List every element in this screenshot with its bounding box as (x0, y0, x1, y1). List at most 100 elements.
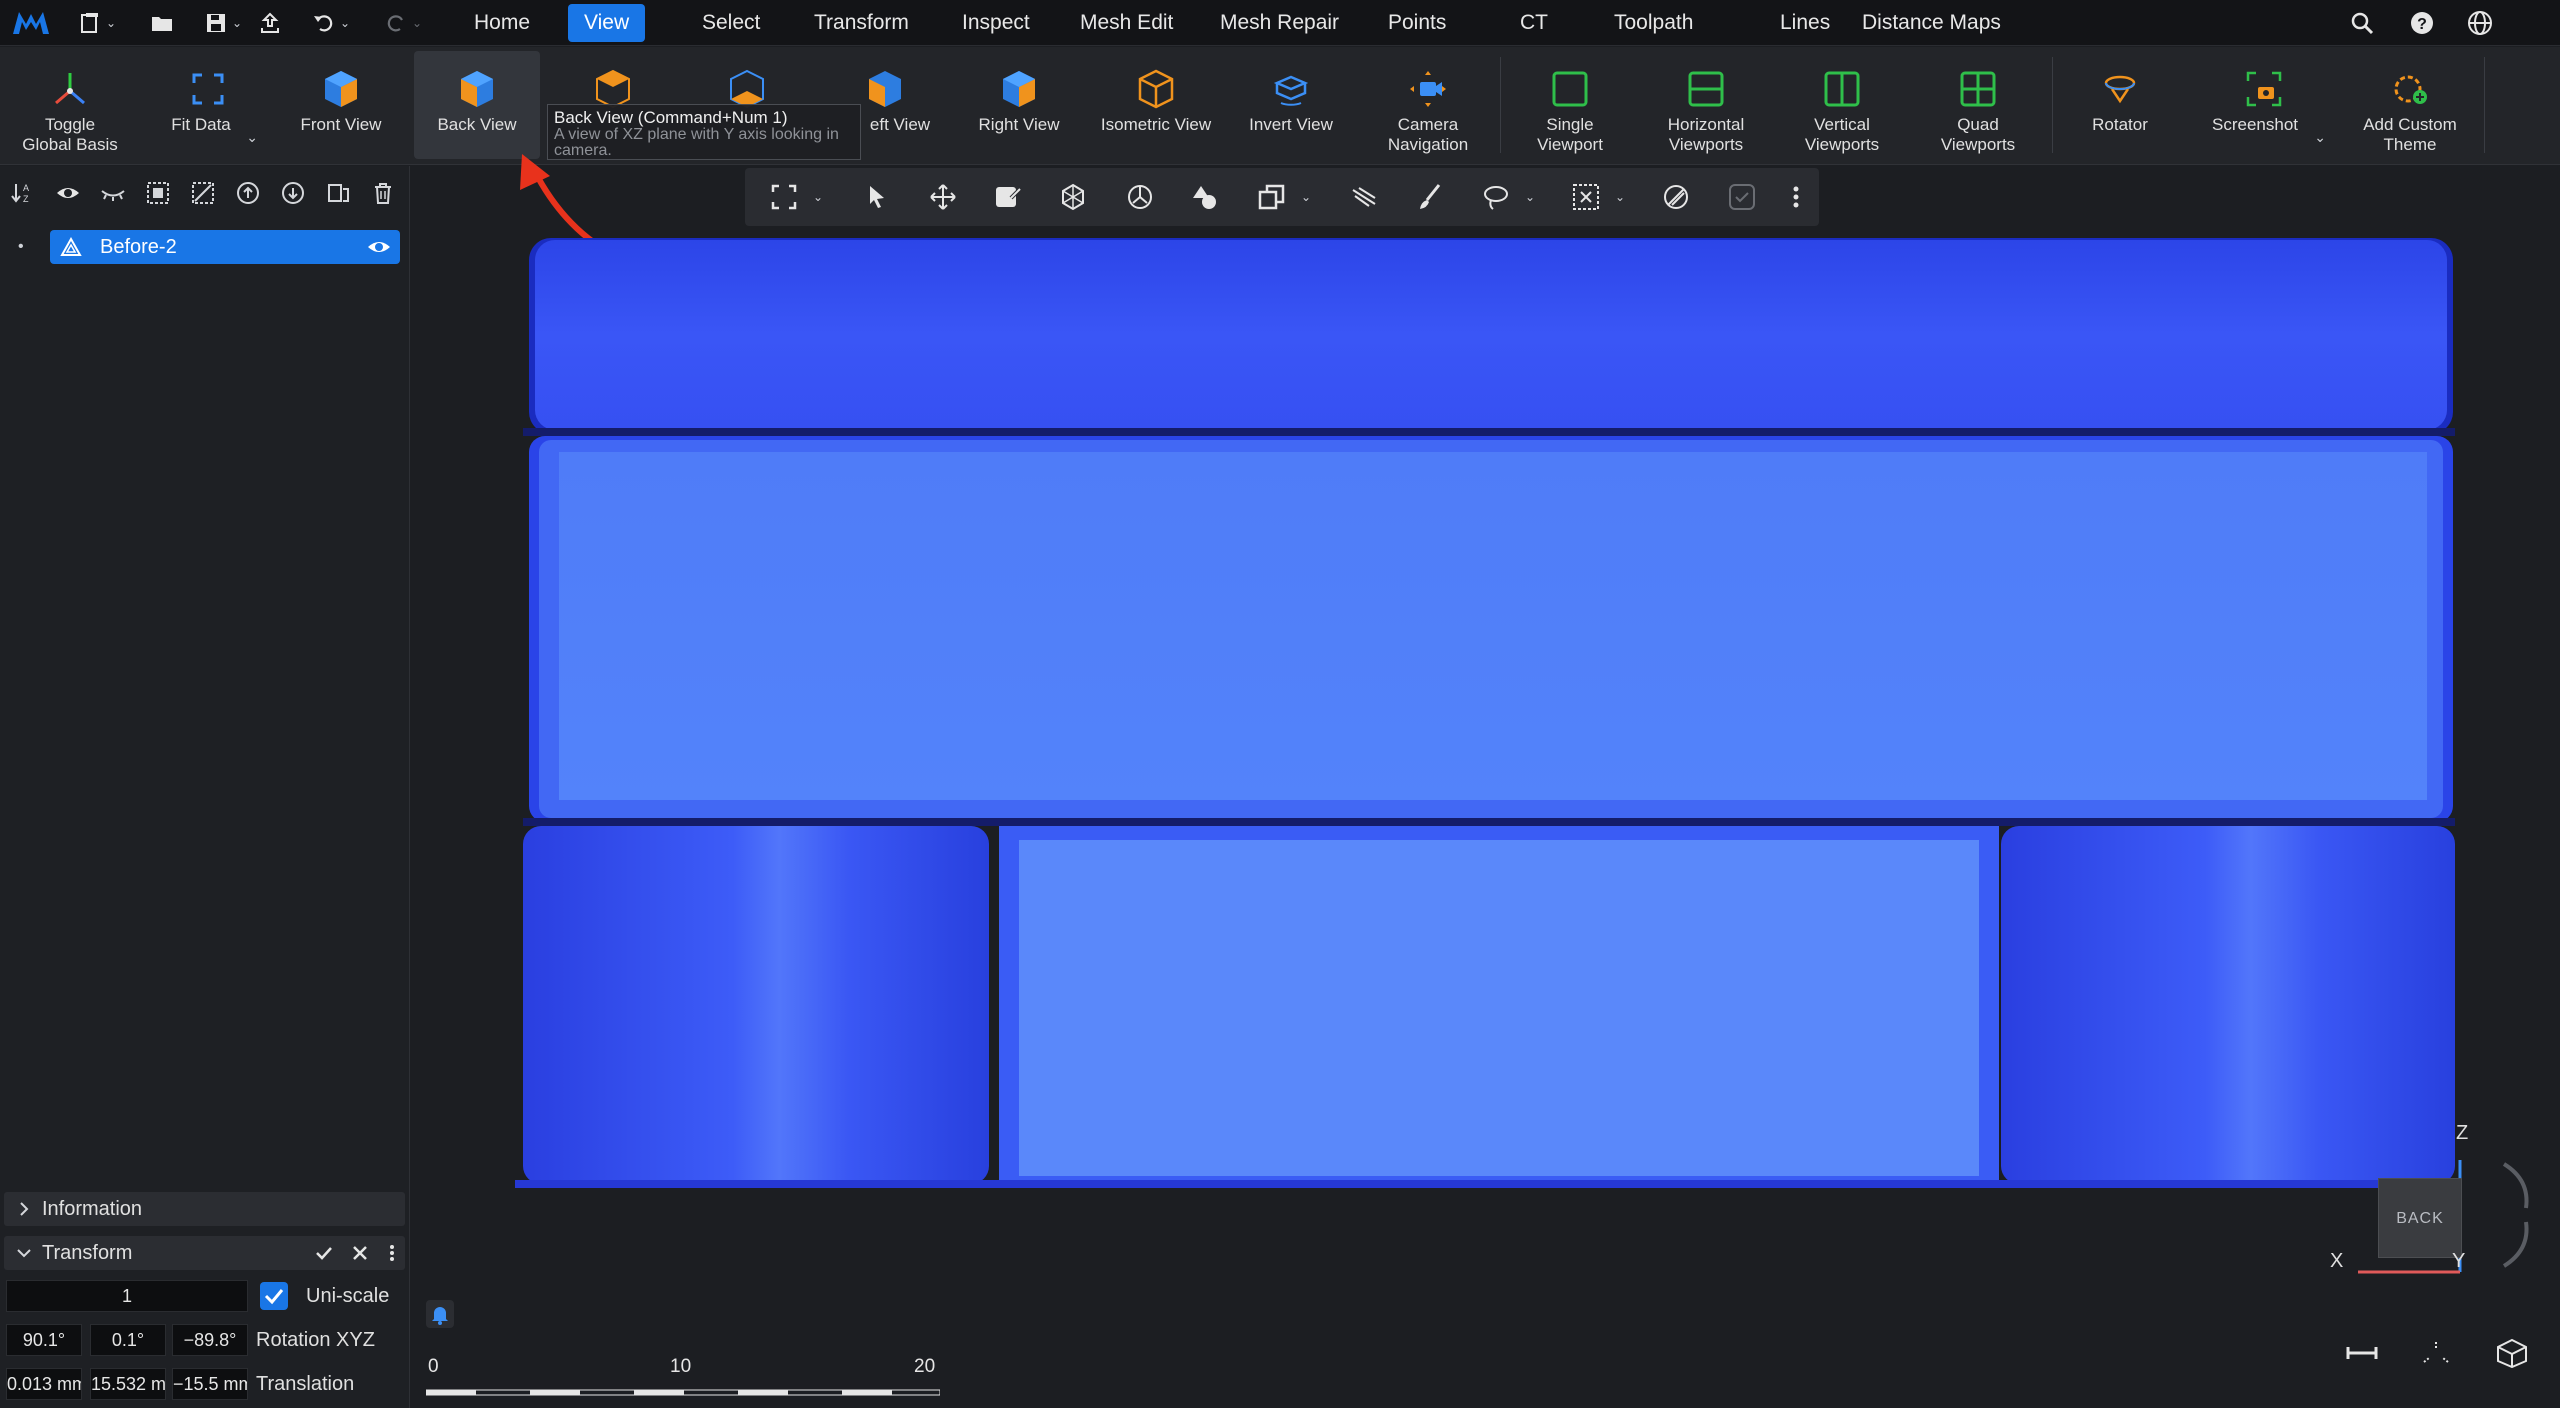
measure-ruler-icon[interactable] (2344, 1338, 2380, 1368)
confirm-check-icon[interactable] (1727, 182, 1757, 212)
lasso-icon[interactable] (1481, 182, 1511, 212)
rotation-x-input[interactable]: 90.1° (6, 1324, 82, 1356)
box-select-icon[interactable] (1571, 182, 1601, 212)
tab-lines[interactable]: Lines (1764, 4, 1846, 42)
save-button[interactable]: ⌄ (204, 8, 242, 38)
tab-inspect[interactable]: Inspect (946, 4, 1046, 42)
camera-navigation-label: Camera Navigation (1387, 115, 1469, 154)
focus-point-icon[interactable] (2418, 1338, 2454, 1368)
rotation-y-input[interactable]: 0.1° (90, 1324, 166, 1356)
duplicate-icon[interactable] (1257, 182, 1287, 212)
chevron-down-icon[interactable]: ⌄ (1301, 190, 1311, 204)
right-view-button[interactable]: Right View (958, 51, 1080, 159)
globe-icon[interactable] (2466, 9, 2494, 37)
transform-section-header[interactable]: Transform (4, 1236, 405, 1270)
isometric-view-button[interactable]: Isometric View (1090, 51, 1222, 159)
chevron-down-icon[interactable]: ⌄ (246, 129, 258, 146)
tab-view[interactable]: View (568, 4, 646, 42)
tab-home[interactable]: Home (458, 4, 546, 42)
svg-text:Z: Z (23, 194, 29, 204)
open-button[interactable] (150, 8, 174, 38)
scale-input[interactable]: 1 (6, 1280, 248, 1312)
pivot-icon[interactable] (1058, 182, 1088, 212)
undo-icon (314, 15, 333, 32)
tab-mesh-repair[interactable]: Mesh Repair (1204, 4, 1355, 42)
back-view-button[interactable]: Back View (414, 51, 540, 159)
more-vertical-icon[interactable] (382, 1243, 402, 1263)
move-icon[interactable] (928, 182, 958, 212)
app-logo-icon[interactable] (10, 8, 52, 38)
view-cube[interactable]: BACK (2378, 1178, 2462, 1258)
chevron-down-icon[interactable]: ⌄ (1525, 190, 1535, 204)
fit-data-button[interactable]: Fit Data ⌄ (150, 51, 266, 159)
tab-points[interactable]: Points (1372, 4, 1462, 42)
quad-viewports-button[interactable]: Quad Viewports (1914, 51, 2042, 159)
fit-frame-icon[interactable] (769, 182, 799, 212)
new-project-button[interactable]: ⌄ (78, 8, 116, 38)
tree-item-label: Before-2 (100, 236, 177, 258)
show-all-eye-icon[interactable] (55, 180, 81, 206)
view-cube-face-label: BACK (2396, 1210, 2444, 1227)
tab-transform[interactable]: Transform (798, 4, 925, 42)
translation-z-input[interactable]: −15.5 mm (172, 1368, 248, 1400)
select-all-icon[interactable] (145, 180, 171, 206)
rotator-button[interactable]: Rotator (2062, 51, 2178, 159)
cursor-icon[interactable] (862, 182, 892, 212)
move-down-icon[interactable] (280, 180, 306, 206)
brush-icon[interactable] (1415, 182, 1445, 212)
visibility-eye-icon[interactable] (366, 236, 392, 258)
section-plane-icon[interactable] (1349, 182, 1379, 212)
notifications-button[interactable] (426, 1300, 454, 1328)
chevron-down-icon[interactable]: ⌄ (2314, 129, 2326, 146)
deselect-icon[interactable] (190, 180, 216, 206)
toggle-global-basis-button[interactable]: Toggle Global Basis (4, 51, 136, 159)
vertical-viewports-button[interactable]: Vertical Viewports (1778, 51, 1906, 159)
cube-outline-icon[interactable] (2494, 1338, 2530, 1368)
tab-toolpath[interactable]: Toolpath (1598, 4, 1709, 42)
tab-distance-maps[interactable]: Distance Maps (1846, 4, 2017, 42)
move-up-icon[interactable] (235, 180, 261, 206)
chevron-down-icon[interactable]: ⌄ (1615, 190, 1625, 204)
front-view-button[interactable]: Front View (280, 51, 402, 159)
uniscale-checkbox[interactable] (260, 1282, 288, 1310)
ignore-icon[interactable] (1661, 182, 1691, 212)
tab-select[interactable]: Select (686, 4, 776, 42)
mesh-model-before-2[interactable] (411, 230, 2560, 1408)
screenshot-button[interactable]: Screenshot ⌄ (2196, 51, 2332, 159)
rotate-arrows-icon[interactable] (2496, 1160, 2536, 1270)
front-view-label: Front View (300, 115, 382, 134)
information-section-header[interactable]: Information (4, 1192, 405, 1226)
undo-button[interactable]: ⌄ (312, 8, 350, 38)
invert-view-label: Invert View (1249, 115, 1333, 134)
tab-ct[interactable]: CT (1504, 4, 1564, 42)
horizontal-viewports-button[interactable]: Horizontal Viewports (1642, 51, 1770, 159)
hide-all-eye-icon[interactable] (100, 180, 126, 206)
apply-check-icon[interactable] (314, 1243, 334, 1263)
search-icon[interactable] (2348, 9, 2376, 37)
tab-mesh-edit[interactable]: Mesh Edit (1064, 4, 1189, 42)
trash-icon[interactable] (370, 180, 396, 206)
axes-icon (55, 73, 85, 105)
rotate-icon[interactable] (1125, 182, 1155, 212)
camera-navigation-button[interactable]: Camera Navigation (1362, 51, 1494, 159)
export-button[interactable] (258, 8, 282, 38)
rotation-z-input[interactable]: −89.8° (172, 1324, 248, 1356)
sort-az-icon[interactable]: AZ (10, 180, 36, 206)
help-icon[interactable]: ? (2408, 9, 2436, 37)
redo-button[interactable]: ⌄ (384, 8, 422, 38)
single-viewport-button[interactable]: Single Viewport (1508, 51, 1632, 159)
more-vertical-icon[interactable] (1781, 182, 1811, 212)
split-icon[interactable] (325, 180, 351, 206)
translation-y-input[interactable]: 15.532 mm (90, 1368, 166, 1400)
cancel-x-icon[interactable] (350, 1243, 370, 1263)
3d-viewport[interactable] (411, 230, 2560, 1408)
right-view-label: Right View (978, 115, 1060, 134)
ribbon-separator (2484, 57, 2485, 153)
edit-transform-icon[interactable] (993, 182, 1023, 212)
shapes-icon[interactable] (1191, 182, 1221, 212)
chevron-down-icon[interactable]: ⌄ (813, 190, 823, 204)
invert-view-button[interactable]: Invert View (1232, 51, 1350, 159)
tree-item-before-2[interactable]: Before-2 (50, 230, 400, 264)
add-custom-theme-button[interactable]: Add Custom Theme (2342, 51, 2478, 159)
translation-x-input[interactable]: 0.013 mm (6, 1368, 82, 1400)
